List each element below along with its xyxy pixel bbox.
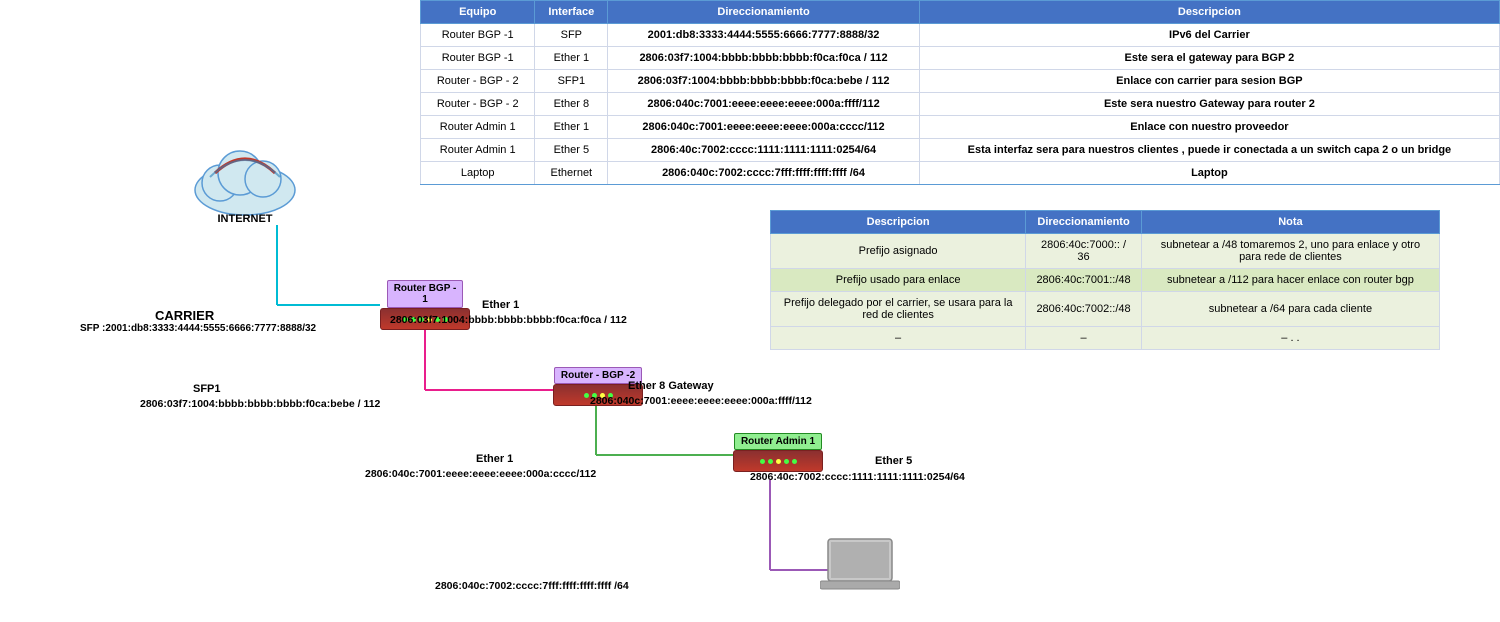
- admin1-ether1-label: Ether 1: [476, 453, 513, 465]
- admin1-ether5-label: Ether 5: [875, 455, 912, 467]
- router-admin1-label: Router Admin 1: [734, 433, 822, 450]
- main-table-section: Equipo Interface Direccionamiento Descri…: [420, 0, 1500, 185]
- table-row: ––– . .: [771, 327, 1440, 350]
- table-row: Prefijo usado para enlace2806:40c:7001::…: [771, 269, 1440, 292]
- col-direccionamiento: Direccionamiento: [608, 1, 920, 24]
- lower-col-desc: Descripcion: [771, 211, 1026, 234]
- admin1-ether5-addr: 2806:40c:7002:cccc:1111:1111:1111:0254/6…: [750, 471, 965, 483]
- router-admin1: Router Admin 1: [733, 433, 823, 472]
- laptop-addr: 2806:040c:7002:cccc:7fff:ffff:ffff:ffff …: [435, 580, 629, 592]
- carrier-sfp-label: SFP :2001:db8:3333:4444:5555:6666:7777:8…: [80, 323, 316, 334]
- bgp1-ether1-addr: 2806:03f7:1004:bbbb:bbbb:bbbb:f0ca:f0ca …: [390, 314, 627, 326]
- bgp2-sfp1-addr: 2806:03f7:1004:bbbb:bbbb:bbbb:f0ca:bebe …: [140, 398, 380, 410]
- bgp2-ether8-addr: 2806:040c:7001:eeee:eeee:eeee:000a:ffff/…: [590, 395, 812, 407]
- col-descripcion: Descripcion: [919, 1, 1499, 24]
- router-bgp1-label: Router BGP -1: [387, 280, 464, 308]
- lower-col-dir: Direccionamiento: [1026, 211, 1142, 234]
- col-equipo: Equipo: [421, 1, 535, 24]
- carrier-label: CARRIER: [155, 308, 214, 323]
- router-admin1-icon: [733, 450, 823, 472]
- table-row: Prefijo delegado por el carrier, se usar…: [771, 292, 1440, 327]
- bgp2-sfp1-label: SFP1: [193, 383, 221, 395]
- internet-cloud: INTERNET: [185, 135, 305, 225]
- admin1-ether1-addr: 2806:040c:7001:eeee:eeee:eeee:000a:cccc/…: [365, 468, 596, 480]
- main-table: Equipo Interface Direccionamiento Descri…: [420, 0, 1500, 185]
- bgp2-ether8-label: Ether 8 Gateway: [628, 380, 714, 392]
- lower-table: Descripcion Direccionamiento Nota Prefij…: [770, 210, 1440, 350]
- bgp1-ether1-label: Ether 1: [482, 299, 519, 311]
- col-interface: Interface: [535, 1, 608, 24]
- laptop: [820, 535, 900, 598]
- table-row: Prefijo asignado2806:40c:7000:: / 36subn…: [771, 234, 1440, 269]
- lower-col-nota: Nota: [1141, 211, 1439, 234]
